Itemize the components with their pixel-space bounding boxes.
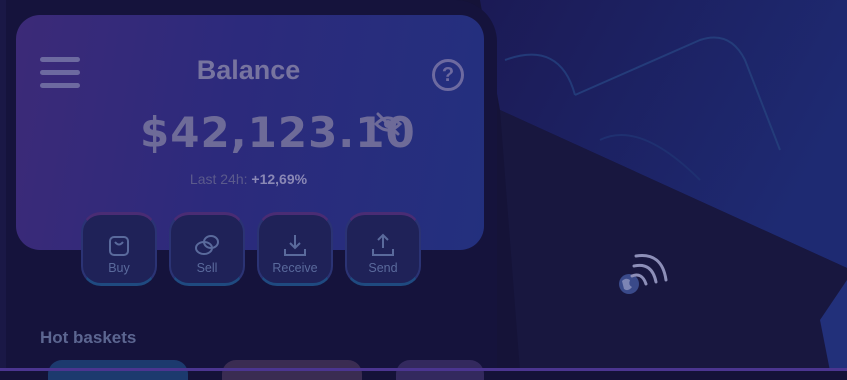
- buy-button[interactable]: Buy: [81, 212, 157, 286]
- coins-icon: [195, 235, 219, 255]
- page-title: Balance: [196, 55, 301, 85]
- receive-button[interactable]: Receive: [257, 212, 333, 286]
- nfc-globe-icon: [619, 254, 668, 294]
- hot-baskets-heading: Hot baskets: [40, 328, 137, 347]
- send-button-label: Send: [368, 261, 398, 275]
- help-circle-icon[interactable]: ?: [432, 59, 464, 91]
- eye-off-icon[interactable]: [373, 111, 403, 137]
- upload-icon: [372, 233, 394, 256]
- change-value: +12,69%: [251, 171, 308, 187]
- send-button[interactable]: Send: [345, 212, 421, 286]
- sell-button-label: Sell: [196, 261, 218, 275]
- receive-button-label: Receive: [272, 261, 318, 275]
- buy-button-label: Buy: [108, 261, 130, 275]
- shopping-bag-icon: [109, 236, 129, 256]
- download-icon: [284, 235, 306, 256]
- balance-change: Last 24h: +12,69%: [0, 171, 497, 187]
- sell-button[interactable]: Sell: [169, 212, 245, 286]
- wallet-app-panel: Balance ? $42,123.10 Last 24h: +12,69% B…: [0, 0, 497, 380]
- change-label: Last 24h:: [189, 171, 248, 187]
